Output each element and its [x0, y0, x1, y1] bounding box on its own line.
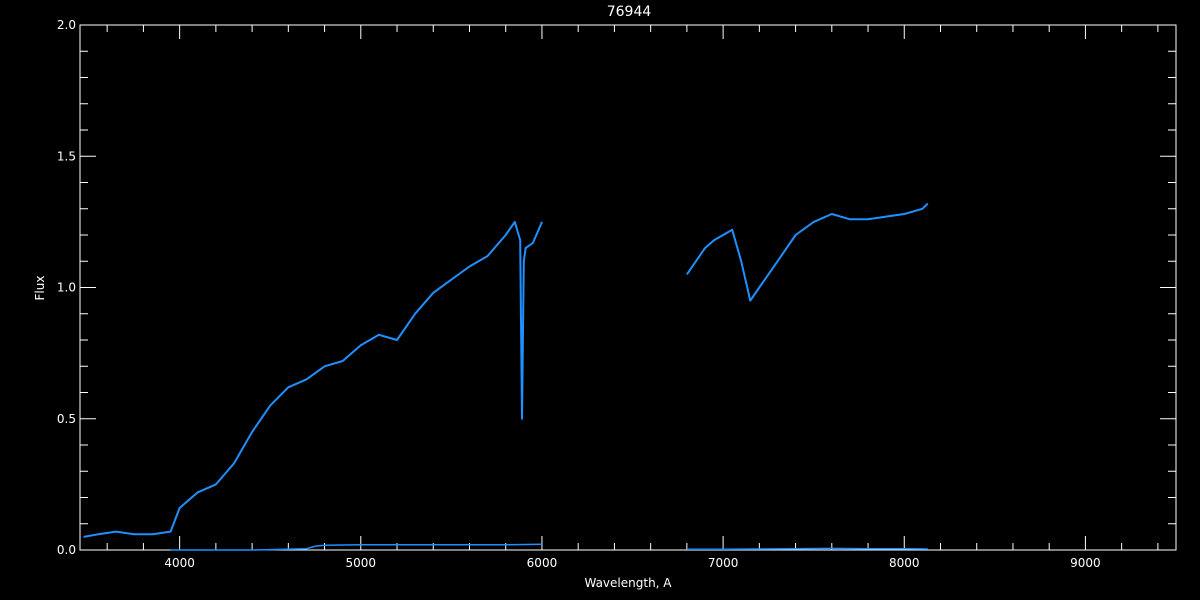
x-tick-label: 4000 — [164, 556, 195, 570]
chart-title: 76944 — [607, 4, 652, 20]
x-tick-label: 6000 — [527, 556, 558, 570]
y-tick-label: 1.0 — [57, 281, 76, 295]
x-tick-label: 7000 — [708, 556, 739, 570]
spectrum-chart: 76944 4000 5000 6000 7000 8000 9000 0.0 0.5 1.0… — [0, 0, 1200, 600]
y-tick-label: 0.5 — [57, 412, 76, 426]
y-tick-label: 2.0 — [57, 18, 76, 32]
x-tick-label: 9000 — [1070, 556, 1101, 570]
y-axis-label: Flux — [33, 276, 47, 301]
series-2-segment-2 — [686, 547, 928, 550]
chart-background — [0, 0, 1200, 600]
x-axis-label: Wavelength, A — [584, 576, 672, 590]
x-tick-label: 5000 — [346, 556, 377, 570]
x-tick-label: 8000 — [889, 556, 920, 570]
y-tick-label: 0.0 — [57, 543, 76, 557]
y-tick-label: 1.5 — [57, 149, 76, 163]
